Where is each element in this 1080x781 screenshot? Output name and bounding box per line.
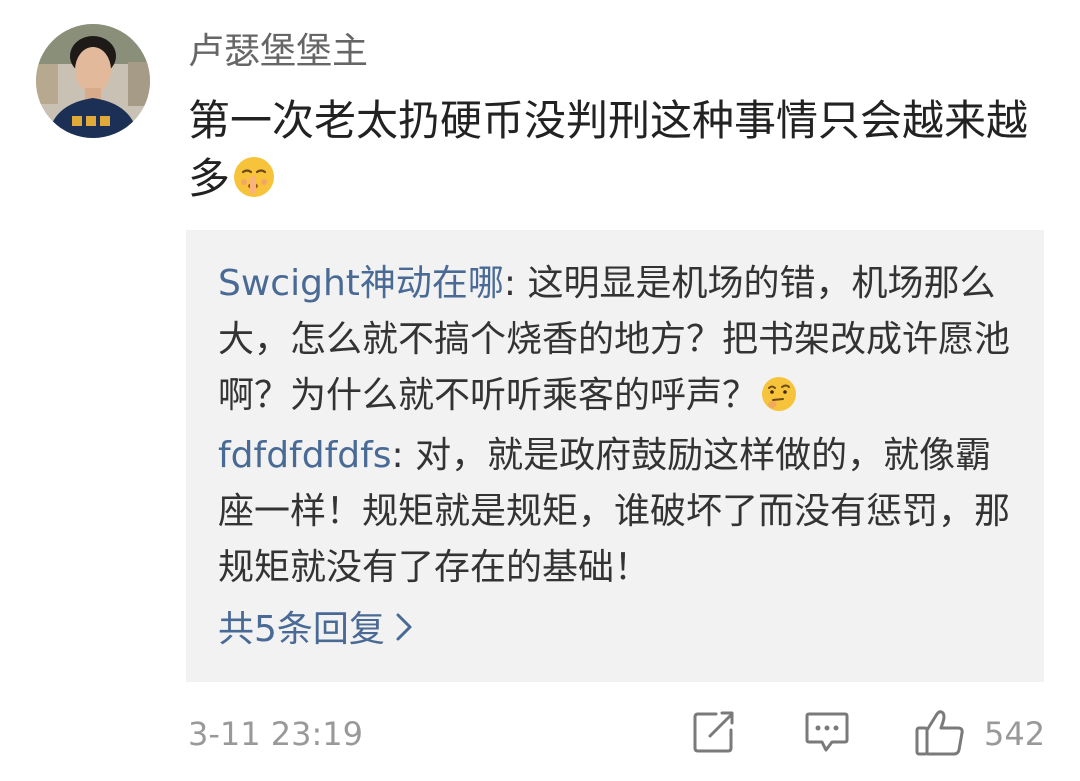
comment-text: 第一次老太扔硬币没判刑这种事情只会越来越多 — [188, 92, 1058, 214]
thumbs-up-icon[interactable] — [914, 708, 968, 762]
reply-separator: : — [391, 435, 416, 476]
more-replies-label[interactable]: 共5条回复 — [218, 609, 385, 650]
more-replies-link[interactable]: 共5条回复 — [218, 602, 413, 659]
share-icon[interactable] — [692, 708, 736, 758]
reply-item[interactable]: Swcight神动在哪: 这明显是机场的错，机场那么大，怎么就不搞个烧香的地方？… — [218, 256, 1018, 430]
comment-icon[interactable] — [804, 708, 850, 760]
chevron-right-icon — [395, 603, 413, 659]
reply-separator: : — [503, 263, 528, 304]
replies-box[interactable]: Swcight神动在哪: 这明显是机场的错，机场那么大，怎么就不搞个烧香的地方？… — [186, 230, 1044, 682]
reply-author[interactable]: Swcight神动在哪 — [218, 263, 504, 304]
reply-author[interactable]: fdfdfdfdfs — [218, 435, 392, 476]
shush-emoji-icon — [232, 155, 276, 214]
avatar[interactable] — [36, 24, 150, 138]
thinking-emoji-icon — [760, 374, 798, 430]
username[interactable]: 卢瑟堡堡主 — [188, 30, 368, 74]
reply-item[interactable]: fdfdfdfdfs: 对，就是政府鼓励这样做的，就像霸座一样！规矩就是规矩，谁… — [218, 428, 1018, 596]
timestamp: 3-11 23:19 — [188, 715, 364, 753]
comment-body: 第一次老太扔硬币没判刑这种事情只会越来越多 — [188, 96, 1029, 203]
like-count: 542 — [984, 715, 1046, 753]
